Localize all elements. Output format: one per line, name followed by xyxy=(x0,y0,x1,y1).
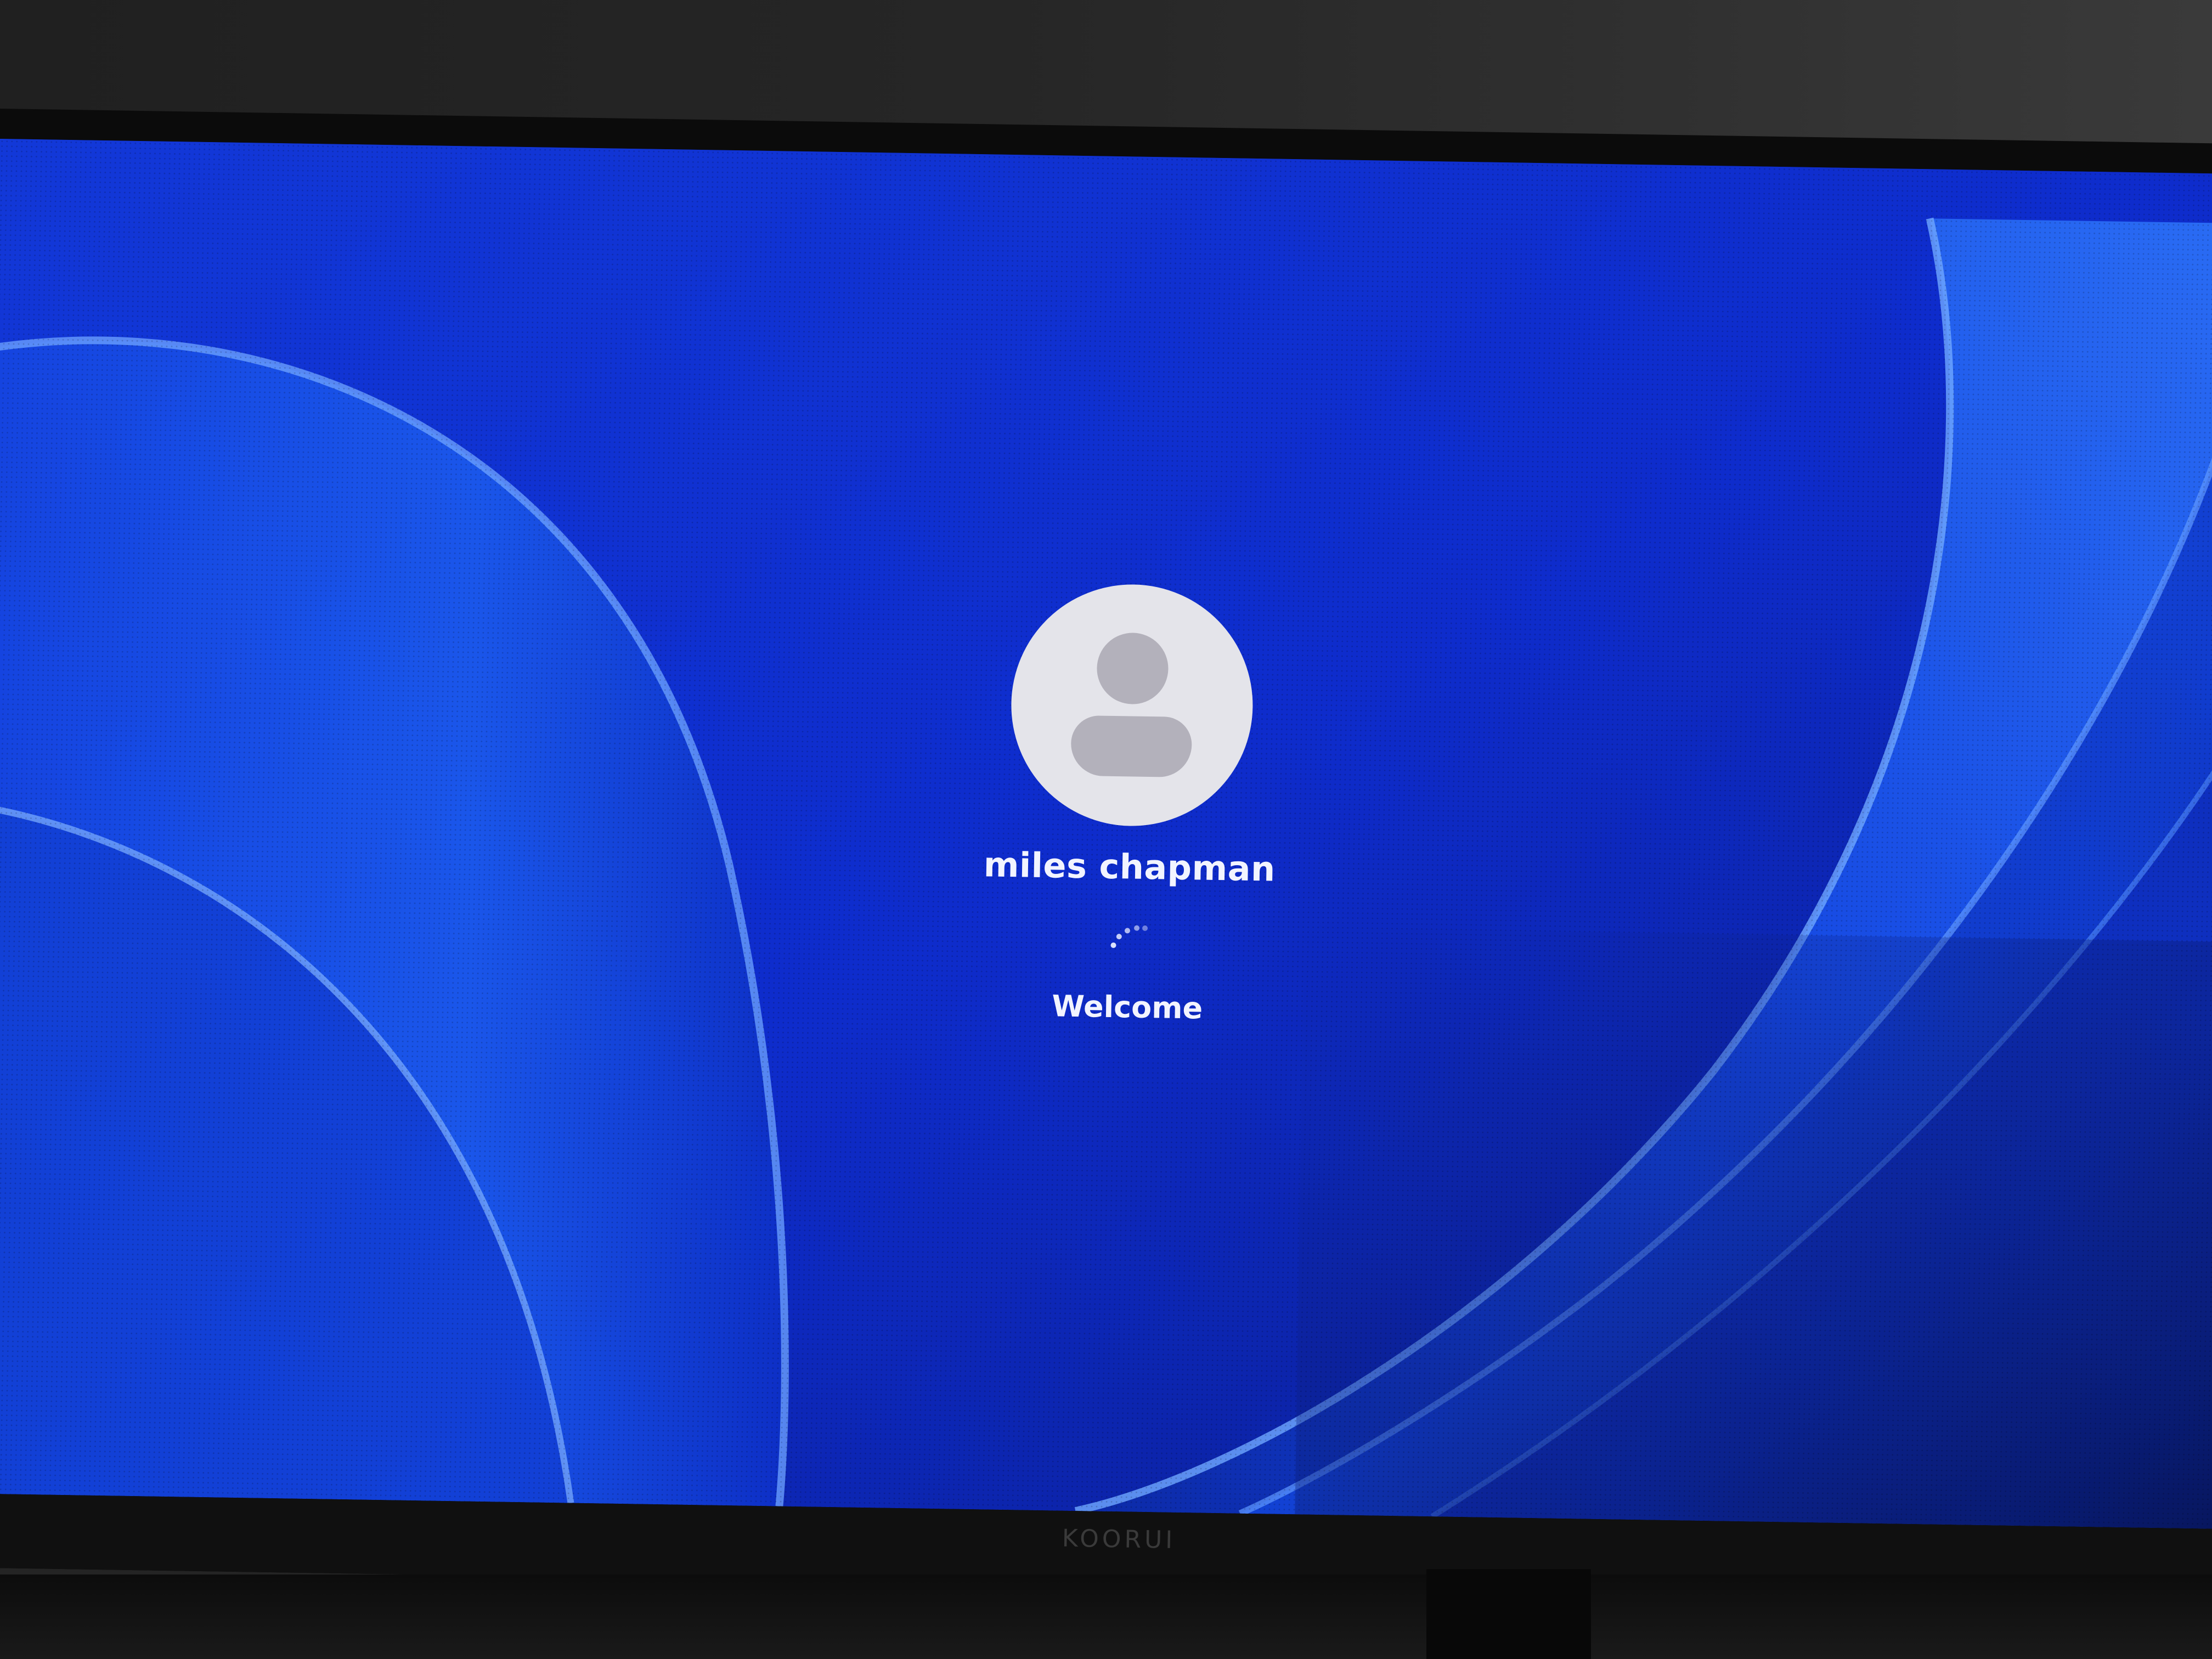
spinner-dot xyxy=(1124,928,1131,934)
monitor-brand-logo: KOORUI xyxy=(1062,1524,1176,1554)
spinner-dot xyxy=(1116,934,1122,940)
status-text: Welcome xyxy=(1051,989,1203,1026)
photo-of-monitor: miles chapman Welcome KOORUI xyxy=(0,0,2212,1659)
avatar-head xyxy=(1096,632,1169,705)
monitor-stand xyxy=(1426,1569,1591,1659)
spinner-dot xyxy=(1110,942,1116,949)
spinner-dot xyxy=(1133,925,1140,931)
spinner-dot xyxy=(1142,925,1148,931)
default-user-avatar-icon[interactable] xyxy=(1009,583,1255,828)
login-panel: miles chapman Welcome xyxy=(940,582,1321,1028)
user-name: miles chapman xyxy=(983,844,1276,889)
avatar-body xyxy=(1070,715,1193,778)
monitor: miles chapman Welcome KOORUI xyxy=(0,108,2212,1604)
desk xyxy=(0,1575,2212,1659)
lock-screen: miles chapman Welcome xyxy=(0,138,2212,1529)
loading-spinner-icon xyxy=(1106,917,1150,962)
